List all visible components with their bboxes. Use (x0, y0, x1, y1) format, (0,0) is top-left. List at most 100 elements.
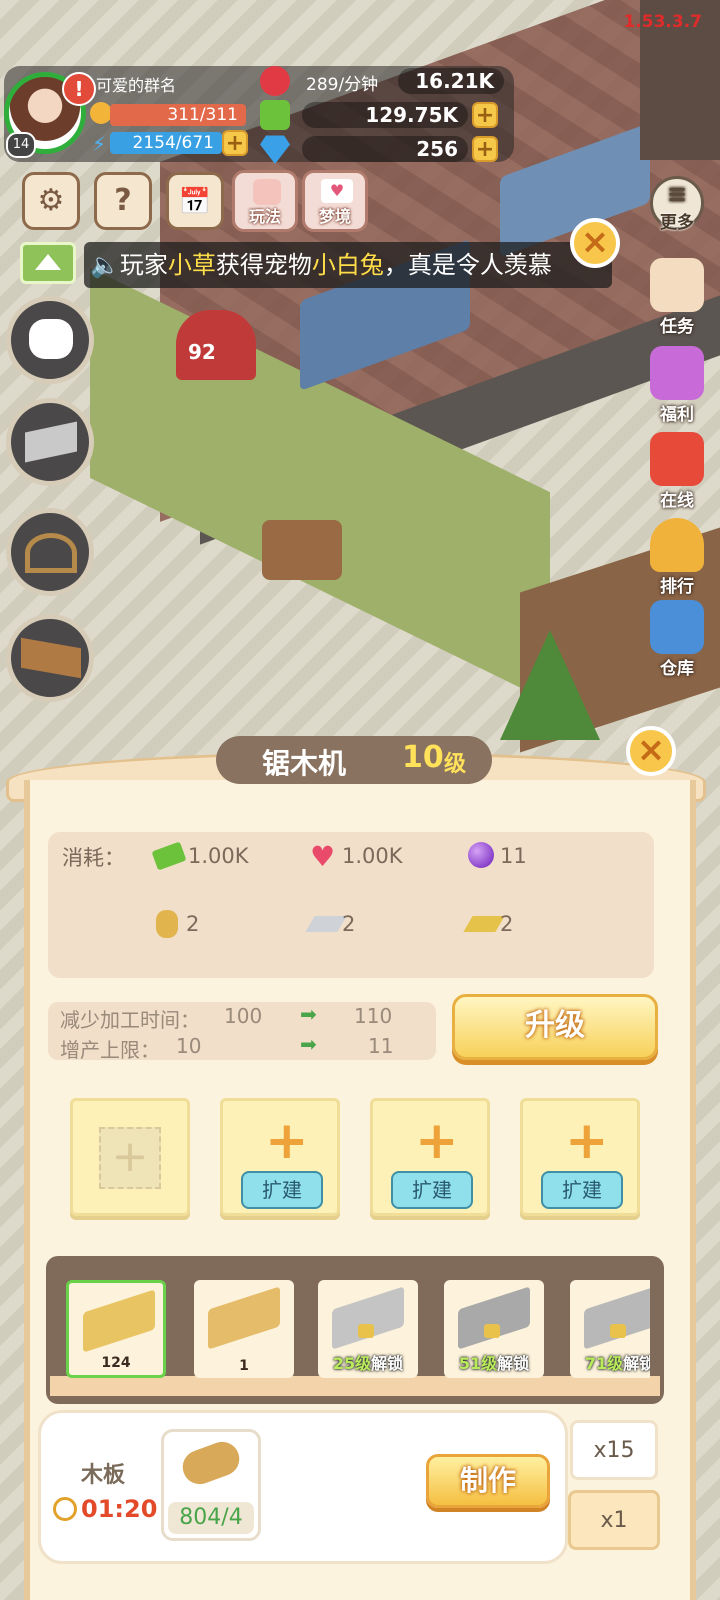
stone-tool-button[interactable] (6, 398, 94, 486)
cash-icon (151, 841, 187, 871)
gems-value: 256 (302, 136, 468, 162)
arrow-right-icon: ➡ (300, 1002, 317, 1026)
crossbow-icon (25, 533, 77, 573)
stat-label: 减少加工时间： (60, 1008, 200, 1032)
lightning-icon: ⚡ (92, 132, 107, 156)
side-menu-welfare[interactable]: 福利 (644, 346, 710, 425)
mailbox-number: 92 (188, 340, 216, 364)
gems-plus-button[interactable]: + (472, 136, 498, 162)
expand-button[interactable]: 扩建 (391, 1171, 473, 1209)
multiplier-x15-button[interactable]: x15 (570, 1420, 658, 1480)
gold-ingot-icon (463, 916, 505, 932)
rope-icon (156, 910, 178, 938)
close-icon: × (636, 730, 666, 770)
product-item[interactable]: 1 (194, 1280, 294, 1378)
close-dialog-button[interactable]: × (626, 726, 676, 776)
silver-ingot-icon (305, 916, 347, 932)
product-item-locked[interactable]: 25级解锁 (318, 1280, 418, 1378)
plus-icon: + (99, 1127, 161, 1189)
plank-tool-button[interactable] (6, 614, 94, 702)
heart-icon: ♥ (310, 840, 336, 873)
play-guide-button[interactable]: 玩法 (232, 170, 298, 232)
cost-value: 2 (500, 912, 514, 936)
marquee-mid: 获得宠物 (215, 251, 312, 279)
wood-plank-icon (208, 1286, 280, 1350)
unlock-text: 解锁 (371, 1354, 404, 1373)
side-menu-task-label: 任务 (660, 317, 694, 337)
glove-tool-button[interactable] (6, 296, 94, 384)
side-menu-warehouse[interactable]: 仓库 (644, 600, 710, 679)
product-count: 1 (239, 1358, 249, 1374)
heart-icon (260, 66, 290, 96)
lock-icon (610, 1324, 626, 1338)
side-menu-welfare-label: 福利 (660, 405, 694, 425)
cost-panel: 消耗： 1.00K ♥ 1.00K 11 2 2 2 (48, 832, 654, 978)
side-menu-more-label: 更多 (660, 213, 694, 233)
marquee-pet: 小白兔 (311, 251, 384, 279)
lock-icon (358, 1324, 374, 1338)
play-guide-label: 玩法 (248, 207, 281, 226)
side-menu-more[interactable]: ≡ 更多 (644, 176, 710, 233)
product-item-locked[interactable]: 71级解锁 (570, 1280, 650, 1378)
close-icon: × (580, 222, 610, 262)
stone-plank-icon (458, 1286, 530, 1350)
expand-button[interactable]: 扩建 (541, 1171, 623, 1209)
production-slot-active[interactable]: + (70, 1098, 190, 1216)
cost-label: 消耗： (62, 846, 125, 870)
collapse-button[interactable] (20, 242, 76, 284)
material-amount: 804/4 (179, 1505, 243, 1530)
close-marquee-button[interactable]: × (570, 218, 620, 268)
hearts-row: 289/分钟 16.21K (258, 66, 508, 96)
energy-bar: 2154/671 (110, 132, 222, 154)
cash-row: 129.75K + (258, 100, 508, 130)
product-item-locked[interactable]: 51级解锁 (444, 1280, 544, 1378)
product-count: 124 (101, 1355, 131, 1371)
stat-label: 增产上限： (60, 1038, 160, 1062)
hearts-value: 16.21K (398, 68, 504, 94)
plus-icon: + (265, 1111, 309, 1171)
energy-plus-button[interactable]: + (222, 130, 248, 156)
dream-button[interactable]: ♥ 梦境 (302, 170, 368, 232)
production-slot-locked[interactable]: + 扩建 (220, 1098, 340, 1216)
stat-from: 10 (176, 1034, 202, 1058)
gems-row: 256 + (258, 134, 508, 164)
stat-to: 110 (354, 1004, 393, 1028)
machine-level-number: 10 (402, 740, 444, 775)
production-slot-locked[interactable]: + 扩建 (520, 1098, 640, 1216)
stone-plank-icon (584, 1286, 650, 1350)
side-menu-task[interactable]: 任务 (644, 258, 710, 337)
glove-icon (29, 319, 73, 359)
wood-plank-icon (83, 1289, 155, 1353)
shelf-scroll-area[interactable]: 124 1 25级解锁 51级解锁 71级解锁 (60, 1266, 650, 1390)
envelope-heart-icon: ♥ (321, 179, 353, 203)
product-item-selected[interactable]: 124 (66, 1280, 166, 1378)
mailbox[interactable]: 92 (176, 310, 256, 380)
flower-box[interactable] (262, 520, 342, 580)
unlock-text: 解锁 (623, 1354, 650, 1373)
version-text: 1.53.3.7 (623, 12, 702, 32)
material-slot[interactable]: 804/4 (161, 1429, 261, 1541)
expand-button[interactable]: 扩建 (241, 1171, 323, 1209)
side-menu-rank[interactable]: 排行 (644, 518, 710, 597)
cash-plus-button[interactable]: + (472, 102, 498, 128)
cost-value: 11 (500, 844, 527, 868)
crossbow-tool-button[interactable] (6, 508, 94, 596)
unlock-level: 71级 (584, 1354, 624, 1373)
make-button[interactable]: 制作 (426, 1454, 550, 1508)
gem-icon (260, 135, 290, 164)
product-name: 木板 (81, 1463, 126, 1488)
marquee-player: 小草 (167, 251, 216, 279)
side-menu-online[interactable]: 在线 (644, 432, 710, 511)
settings-button[interactable]: ⚙ (22, 172, 80, 230)
alert-icon[interactable]: ! (62, 72, 96, 106)
production-slot-locked[interactable]: + 扩建 (370, 1098, 490, 1216)
plus-icon: + (565, 1111, 609, 1171)
cash-value: 129.75K (302, 102, 468, 128)
cost-value: 2 (342, 912, 356, 936)
upgrade-button[interactable]: 升级 (452, 994, 658, 1060)
help-button[interactable]: ? (94, 172, 152, 230)
gift-icon (650, 346, 704, 400)
calendar-button[interactable]: 📅 (166, 172, 224, 230)
multiplier-x1-button[interactable]: x1 (568, 1490, 660, 1550)
cost-value: 2 (186, 912, 200, 936)
